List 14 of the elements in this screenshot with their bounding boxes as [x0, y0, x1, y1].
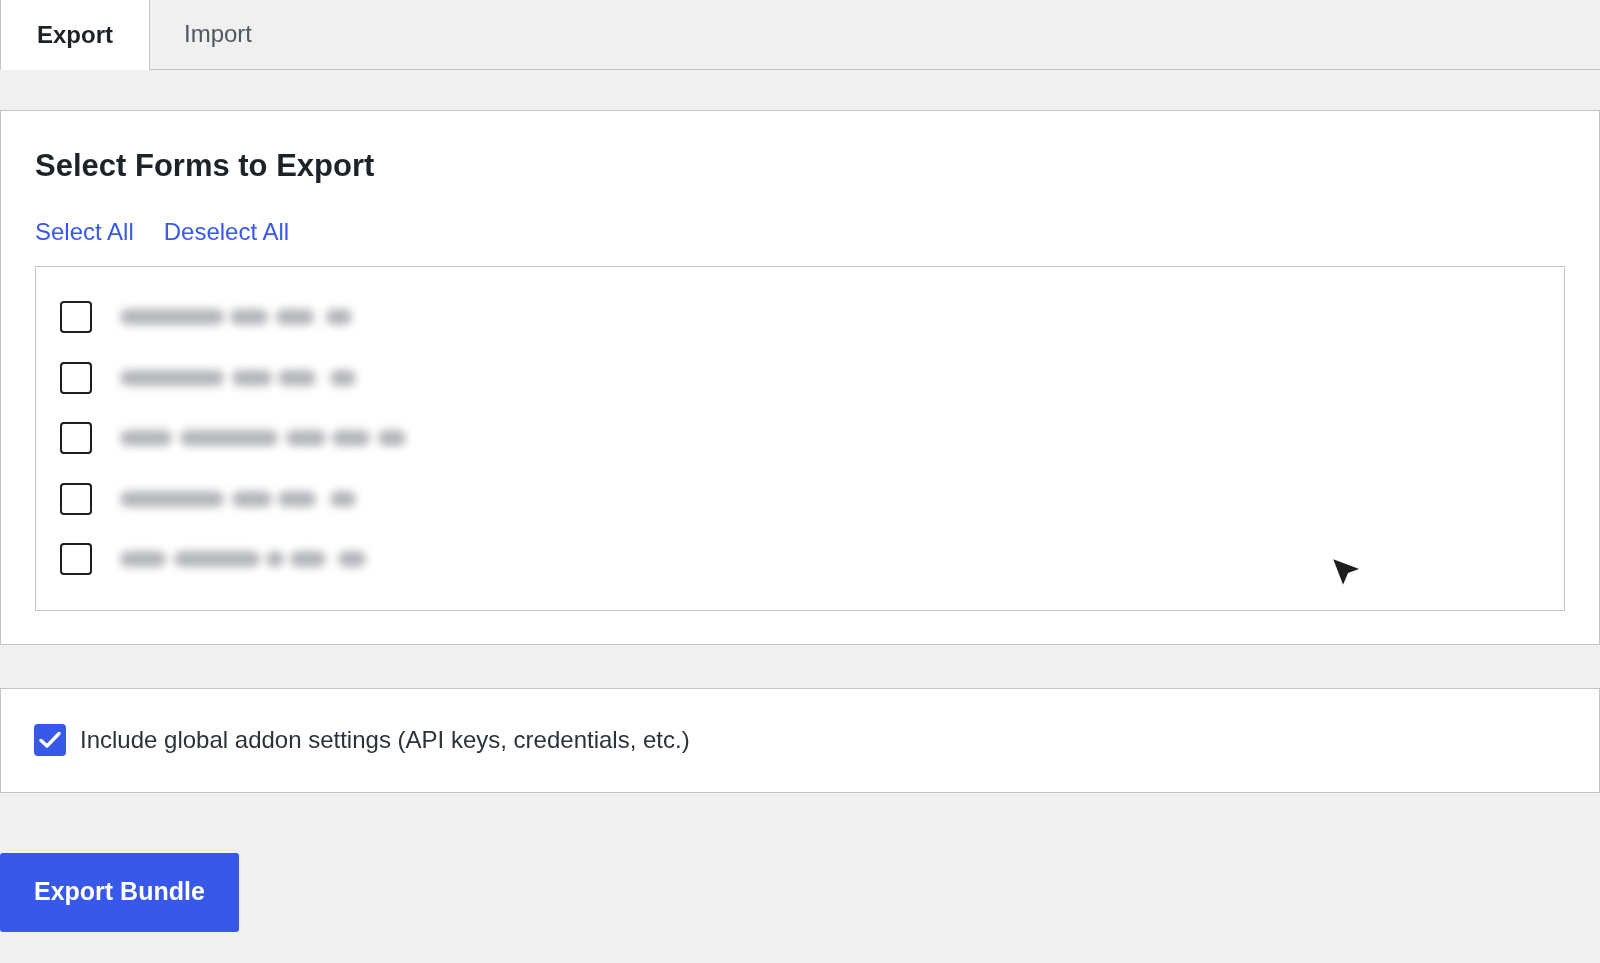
- checkbox[interactable]: [60, 482, 92, 515]
- check-icon: [39, 731, 61, 749]
- export-button[interactable]: Export Bundle: [0, 852, 239, 932]
- tab[interactable]: Export: [0, 0, 150, 70]
- option-label: Include global addon settings (API keys, credentials, etc.): [80, 725, 690, 755]
- checkbox[interactable]: [34, 724, 66, 756]
- checkbox[interactable]: [60, 301, 92, 334]
- link[interactable]: Select All: [35, 218, 134, 246]
- section-heading: Select Forms to Export: [35, 148, 375, 184]
- link[interactable]: Deselect All: [163, 218, 290, 246]
- checkbox[interactable]: [60, 422, 92, 455]
- checkbox[interactable]: [60, 361, 92, 394]
- checkbox[interactable]: [60, 543, 92, 576]
- tab[interactable]: Import: [150, 0, 286, 69]
